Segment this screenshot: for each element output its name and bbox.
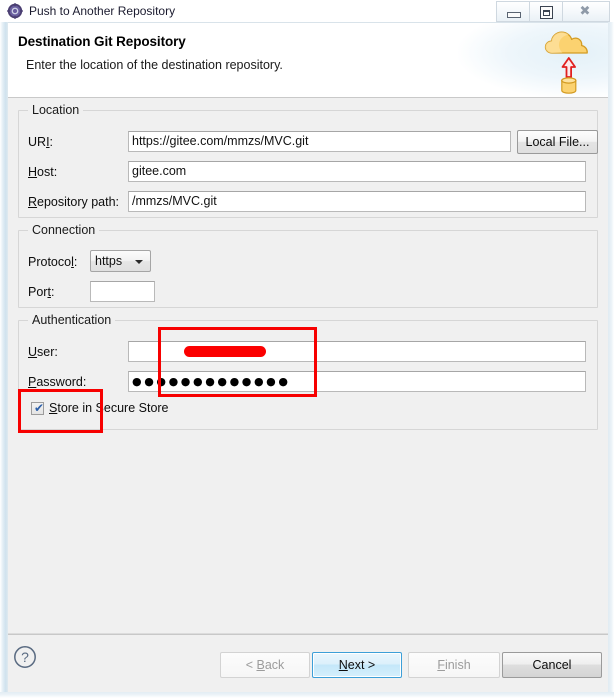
egit-push-icon xyxy=(7,3,23,19)
window-controls: ✖ xyxy=(496,1,610,22)
cloud-push-icon xyxy=(544,31,588,94)
user-label: User: xyxy=(28,345,58,359)
help-icon[interactable]: ? xyxy=(12,644,38,670)
push-to-another-repository-dialog: Push to Another Repository ✖ Destination… xyxy=(0,0,614,698)
redaction-mark xyxy=(184,346,266,357)
window-frame-left xyxy=(0,22,8,698)
password-label: Password: xyxy=(28,375,87,389)
maximize-button[interactable] xyxy=(529,1,562,22)
finish-button[interactable]: Finish xyxy=(408,652,500,678)
window-frame-right xyxy=(608,22,614,698)
cancel-button[interactable]: Cancel xyxy=(502,652,602,678)
close-icon: ✖ xyxy=(579,4,591,19)
host-label: Host: xyxy=(28,165,58,179)
footer-separator xyxy=(8,634,608,635)
window-title: Push to Another Repository xyxy=(29,4,176,18)
location-group-title: Location xyxy=(28,103,84,117)
window-frame-bottom xyxy=(0,692,614,698)
back-button[interactable]: < Back xyxy=(220,652,310,678)
local-file-button[interactable]: Local File... xyxy=(517,130,598,154)
minimize-icon xyxy=(507,12,521,18)
host-input[interactable]: gitee.com xyxy=(128,161,586,182)
chevron-down-icon xyxy=(135,260,143,264)
wizard-header: Destination Git Repository Enter the loc… xyxy=(8,23,608,98)
password-input[interactable]: ●●●●●●●●●●●●● xyxy=(128,371,586,392)
wizard-body: Location URI: https://gitee.com/mmzs/MVC… xyxy=(8,98,608,633)
minimize-button[interactable] xyxy=(496,1,529,22)
store-secure-store-checkbox[interactable]: ✔ xyxy=(31,402,44,415)
port-input[interactable] xyxy=(90,281,155,302)
close-button[interactable]: ✖ xyxy=(562,1,610,22)
password-value: ●●●●●●●●●●●●● xyxy=(132,375,291,388)
user-input[interactable] xyxy=(128,341,586,362)
uri-input[interactable]: https://gitee.com/mmzs/MVC.git xyxy=(128,131,511,152)
protocol-label: Protocol: xyxy=(28,255,78,269)
title-bar: Push to Another Repository ✖ xyxy=(0,0,614,23)
protocol-value: https xyxy=(95,254,123,268)
page-title: Destination Git Repository xyxy=(18,34,186,49)
svg-text:?: ? xyxy=(21,649,29,665)
connection-group-title: Connection xyxy=(28,223,100,237)
store-secure-store-label: Store in Secure Store xyxy=(49,401,169,415)
next-button[interactable]: Next > xyxy=(312,652,402,678)
repository-path-input[interactable]: /mmzs/MVC.git xyxy=(128,191,586,212)
check-icon: ✔ xyxy=(34,401,45,415)
page-subtitle: Enter the location of the destination re… xyxy=(26,58,283,72)
maximize-icon xyxy=(540,6,553,19)
authentication-group-title: Authentication xyxy=(28,313,116,327)
protocol-select[interactable]: https xyxy=(90,250,151,272)
port-label: Port: xyxy=(28,285,55,299)
uri-label: URI: xyxy=(28,135,54,149)
repository-path-label: Repository path: xyxy=(28,195,120,209)
